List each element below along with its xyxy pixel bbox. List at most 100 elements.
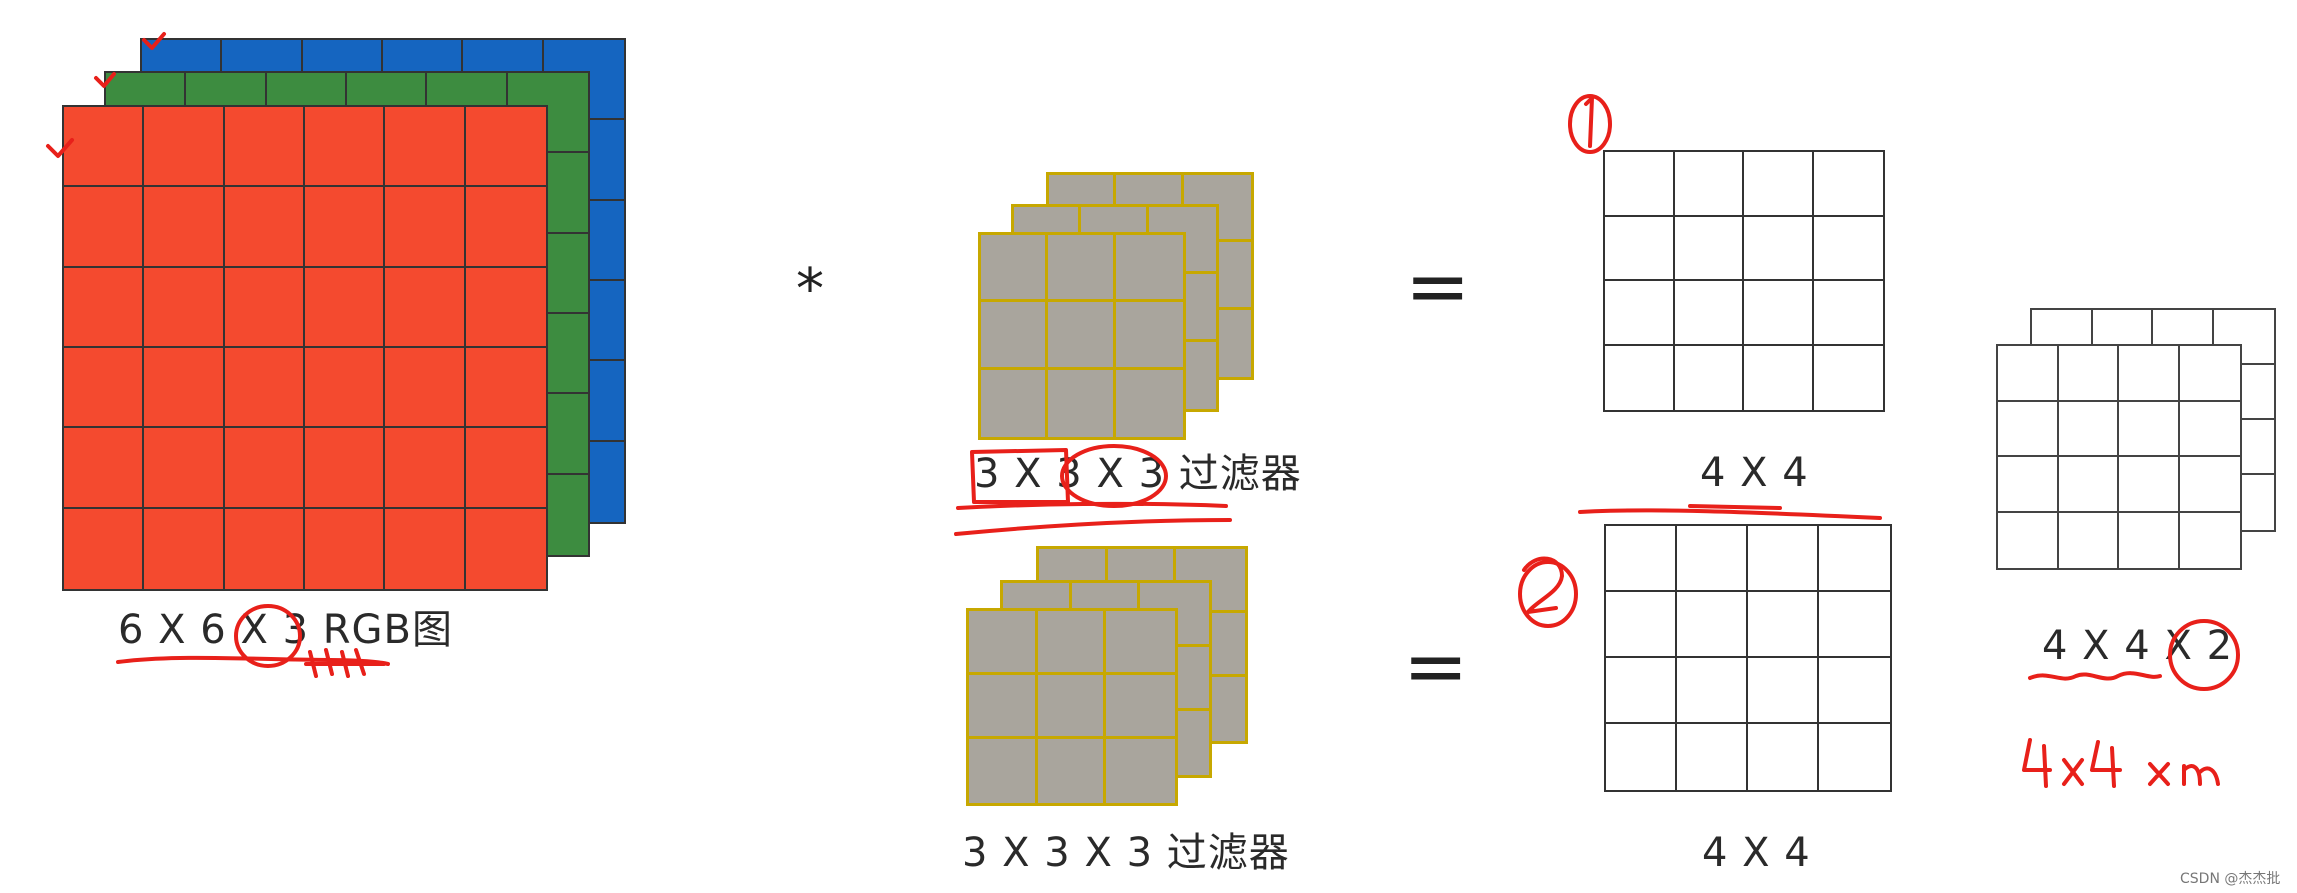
handwritten-note-text: 4x4 ×n [2030,784,2034,787]
red-channel-cell [465,107,546,188]
red-channel-cell [224,428,305,509]
filter-2-cell [1106,739,1175,803]
stacked-front-cell [1998,512,2059,568]
red-channel-cell [305,267,386,348]
stacked-front-cell [2058,401,2119,457]
red-channel-cell [465,187,546,268]
output-2-cell [1677,526,1748,592]
number-1-circle [1568,94,1612,154]
filter-2-cell [1038,739,1107,803]
output-2-caption: 4 X 4 [1702,830,1811,876]
output-1-underline [1578,504,1882,520]
filter-1-cell [1115,302,1183,370]
output-2-cell [1819,724,1890,790]
handwritten-note-strokes [2022,738,2220,788]
red-channel-cell [305,107,386,188]
stacked-output-caption: 4 X 4 X 2 [2042,623,2234,669]
output-1-cell [1744,152,1814,217]
stacked-front-cell [1998,346,2059,402]
red-channel-cell [305,187,386,268]
output-2-cell [1819,658,1890,724]
output-1-cell [1813,152,1883,217]
red-channel-cell [305,428,386,509]
output-2-cell [1606,724,1677,790]
stacked-front-cell [1998,401,2059,457]
number-2-circle [1518,560,1578,628]
stacked-front-cell [2119,512,2180,568]
output-2-cell [1677,724,1748,790]
output-1-cell [1674,152,1744,217]
red-channel-cell [64,267,145,348]
output-1-cell [1813,217,1883,281]
output-1-cell [1605,281,1675,346]
output-1-cell [1814,346,1884,411]
output-1-cell [1813,281,1883,346]
filter-1-cell [1116,370,1183,437]
red-channel-cell [465,348,546,429]
output-1-cell [1744,281,1814,346]
red-channel-cell [385,508,466,589]
input-red-channel [62,105,548,591]
filter-1-layer-front [978,232,1186,440]
output-1-cell [1605,152,1675,217]
red-channel-cell [385,107,466,188]
output-1-cell [1605,345,1675,410]
output-2-cell [1606,658,1677,724]
red-channel-cell [305,348,386,429]
input-caption: 6 X 6 X 3 RGB图 [118,607,453,653]
stacked-front-cell [2119,346,2180,402]
filter-2-cell [1037,675,1107,739]
red-channel-cell [144,508,225,589]
output-2-cell [1819,592,1890,658]
filter-1-cell [1115,235,1183,303]
red-channel-cell [465,268,546,348]
filter-2-cell [1106,675,1175,739]
number-1-text: 1 [1585,137,1586,139]
output-1-cell [1744,345,1814,410]
output-1-grid [1603,150,1885,412]
red-channel-cell [144,107,225,188]
stacked-front-cell [2119,401,2180,457]
red-channel-cell [144,428,225,509]
filter-2-cell [969,739,1038,803]
stacked-front-cell [1998,457,2059,513]
red-channel-cell [465,428,546,509]
stacked-output-front [1996,344,2242,570]
equals-sign-2: = [1403,622,1469,712]
stacked-front-cell [2059,512,2119,568]
filter-1-caption: 3 X 3 X 3 过滤器 [974,451,1302,497]
red-channel-cell [144,348,225,429]
red-channel-cell [144,187,225,268]
red-channel-cell [385,348,466,429]
output-2-cell [1606,592,1677,658]
filter-2-layer-front [966,608,1178,806]
filter-1-cell [1048,235,1116,303]
red-channel-cell [385,187,466,268]
equals-sign-1: = [1405,242,1471,332]
filter-1-cell [1048,302,1116,370]
output-2-grid [1604,524,1892,792]
stacked-front-cell [2179,457,2240,513]
stacked-front-cell [2179,402,2240,457]
output-2-cell [1748,724,1819,790]
red-channel-cell [64,187,145,268]
red-channel-cell [64,107,145,188]
output-2-cell [1748,592,1819,658]
output-2-cell [1677,592,1748,658]
convolution-operator: * [796,257,824,322]
red-channel-cell [385,428,466,509]
filter-1-cell [981,302,1049,370]
output-2-cell [1677,658,1748,724]
filter-1-cell [981,235,1049,303]
filter-1-cell [1048,369,1116,437]
number-1-stroke [1584,96,1594,148]
stacked-front-cell [2179,346,2240,402]
red-channel-cell [466,509,546,589]
filter-2-cell [969,675,1038,739]
output-1-cell [1674,216,1744,281]
output-2-cell [1748,658,1819,724]
number-2-text: 2 [1540,603,1541,605]
stacked-caption-squiggle [2028,671,2162,681]
stacked-front-cell [2180,513,2241,569]
red-channel-cell [224,187,305,268]
